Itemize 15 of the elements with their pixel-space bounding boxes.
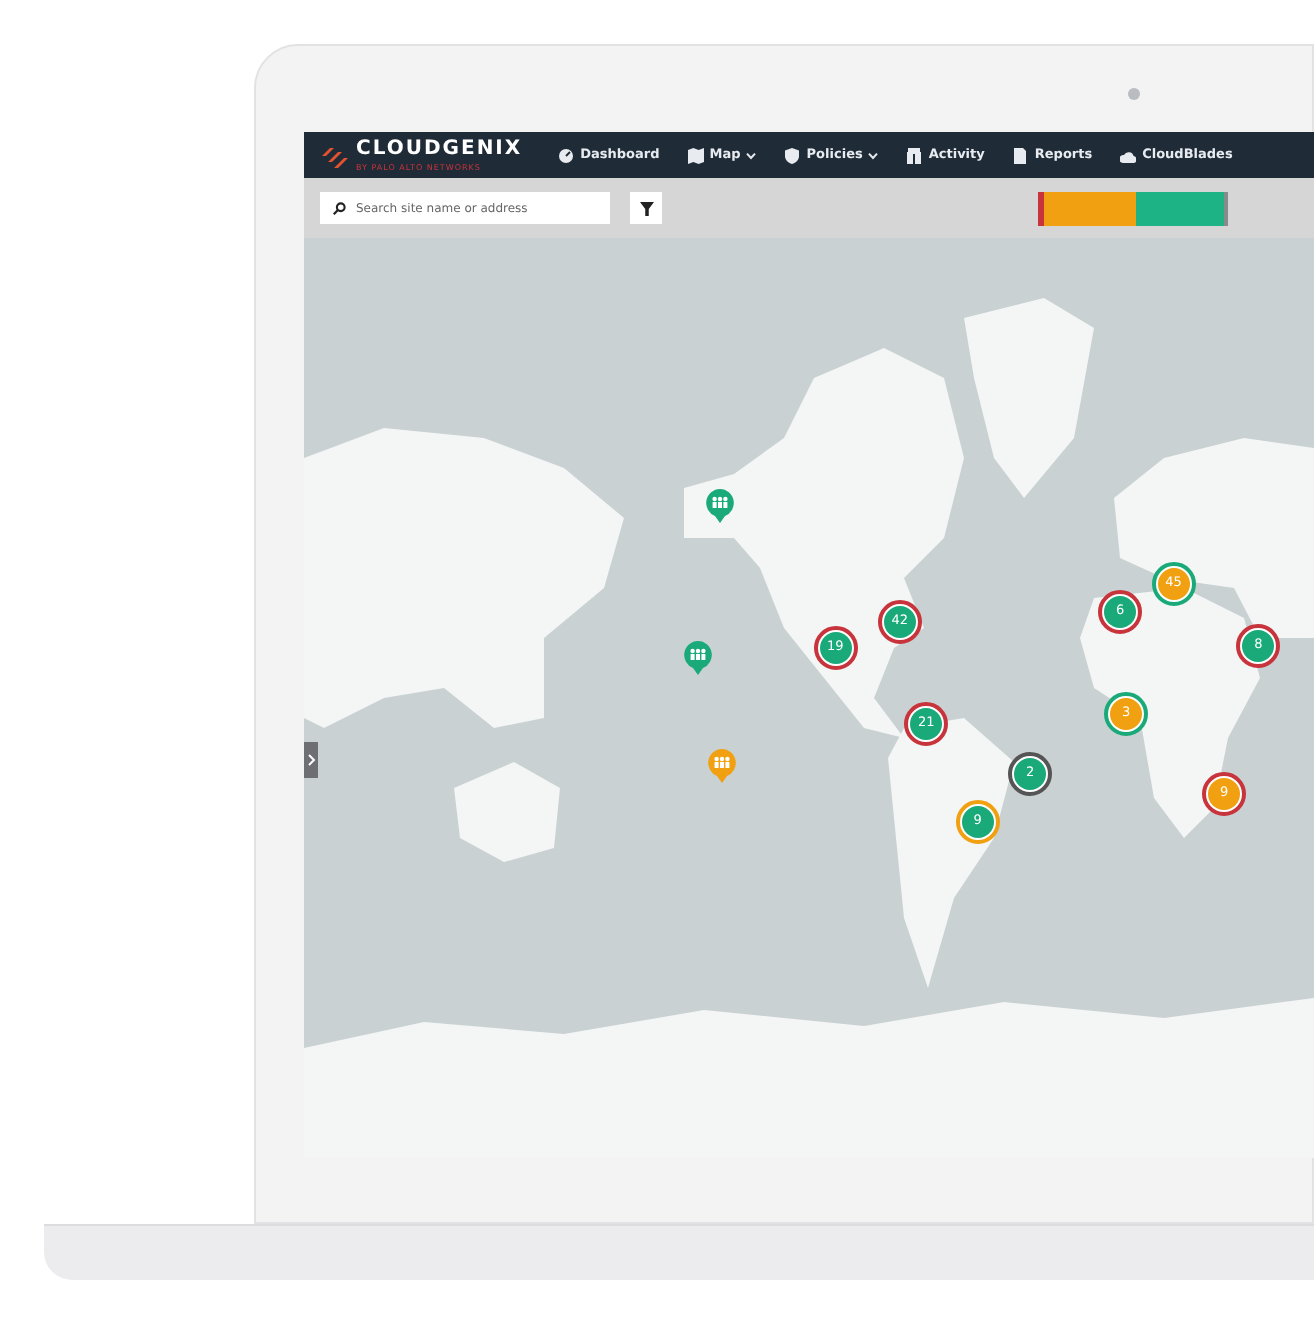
camera-icon xyxy=(1128,87,1140,99)
logo-icon xyxy=(320,143,348,167)
panel-toggle[interactable] xyxy=(304,742,318,778)
shield-icon xyxy=(784,147,801,163)
chevron-icon xyxy=(307,754,315,766)
cloud-icon xyxy=(1120,147,1137,163)
gauge-icon xyxy=(558,147,575,163)
site-pin-icon[interactable] xyxy=(682,640,713,677)
map-icon xyxy=(687,147,704,163)
filter-icon xyxy=(639,201,653,215)
site-pin-icon[interactable] xyxy=(705,487,736,524)
site-pin-icon[interactable] xyxy=(707,748,738,785)
document-icon xyxy=(1012,147,1029,163)
filter-button[interactable] xyxy=(630,192,662,224)
brand-name: CLOUDGENIX xyxy=(356,139,523,159)
